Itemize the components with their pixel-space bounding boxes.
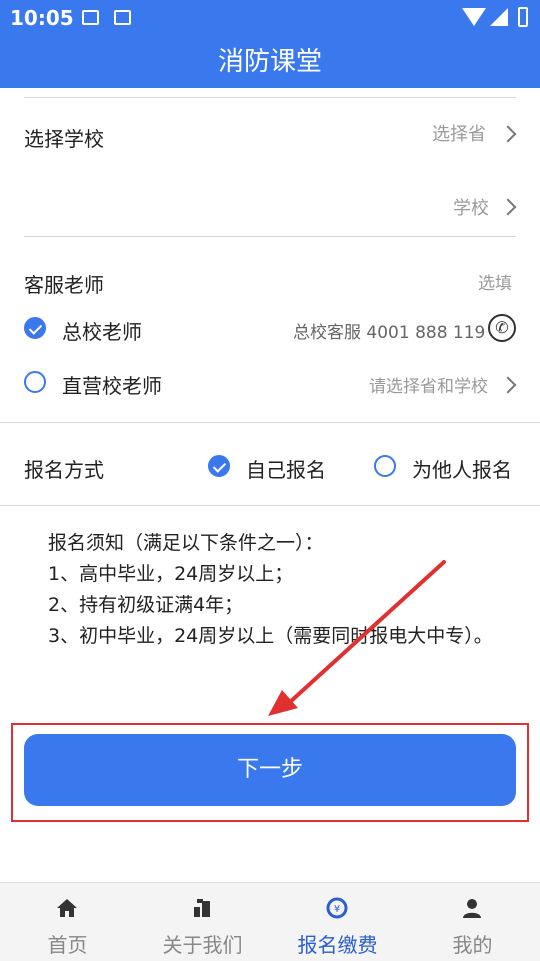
- bottom-tab-bar: 首页 关于我们 ¥ 报名缴费 我的: [0, 882, 540, 961]
- tab-payment[interactable]: ¥ 报名缴费: [270, 883, 405, 961]
- payment-icon: ¥: [326, 897, 348, 919]
- about-icon: [194, 899, 210, 917]
- tab-label: 我的: [452, 933, 493, 957]
- tab-label: 首页: [47, 933, 88, 957]
- next-step-button[interactable]: 下一步: [24, 734, 516, 806]
- tab-about[interactable]: 关于我们: [135, 883, 270, 961]
- tab-mine[interactable]: 我的: [405, 883, 540, 961]
- tab-home[interactable]: 首页: [0, 883, 135, 961]
- home-icon: [57, 899, 77, 917]
- tab-label: 报名缴费: [297, 933, 378, 957]
- user-icon: [463, 899, 481, 918]
- tab-label: 关于我们: [162, 933, 243, 957]
- svg-text:¥: ¥: [334, 904, 340, 915]
